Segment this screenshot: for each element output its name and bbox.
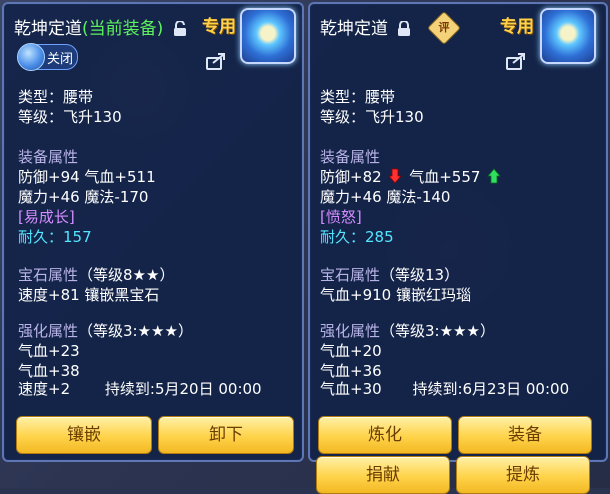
exclusive-label: 专用 [500,17,534,37]
durability-value: 157 [63,228,92,246]
extract-button[interactable]: 提炼 [456,456,590,494]
equipped-item-tooltip: 乾坤定道(当前装备) 专用 关闭 类型：腰带 等级：飞升130 装备属性 防御+… [2,2,304,462]
locked-lock-icon[interactable] [397,21,411,37]
enhance-duration: 持续到:6月23日 00:00 [412,380,570,398]
enhance-level: （等级3:★★★） [78,322,193,340]
inlay-button[interactable]: 镶嵌 [16,416,152,454]
durability: 耐久：285 [320,226,394,247]
attribute-line: 魔力+46 魔法-170 [18,188,149,206]
display-toggle[interactable]: 关闭 [17,43,78,71]
attribute-line: 魔力+46 魔法-140 [320,188,451,206]
item-title: 乾坤定道 [320,14,411,39]
equipped-status-label: (当前装备) [82,19,164,39]
unequip-button[interactable]: 卸下 [158,416,294,454]
enhance-value: 气血+30 [320,380,382,398]
exclusive-label: 专用 [202,17,236,37]
compare-item-tooltip: 乾坤定道 评 专用 类型：腰带 等级：飞升130 装备属性 防御+82 气血+5… [308,2,608,462]
unlocked-lock-icon[interactable] [173,21,187,37]
item-type: 类型：腰带 [18,88,94,106]
appraisal-seal-icon: 评 [427,11,461,45]
gem-line: 速度+81 镶嵌黑宝石 [18,286,160,304]
enhance-level: （等级3:★★★） [380,322,495,340]
donate-button[interactable]: 捐献 [316,456,450,494]
enhance-header-label: 强化属性 [18,322,79,340]
gem-header-label: 宝石属性 [320,266,381,284]
equip-button[interactable]: 装备 [458,416,592,454]
enhance-duration: 持续到:5月20日 00:00 [104,380,262,398]
gem-line: 气血+910 镶嵌红玛瑙 [320,286,471,304]
enhance-attributes-header: 强化属性（等级3:★★★） [18,320,193,341]
special-effect: [愤怒] [320,208,362,226]
item-name: 乾坤定道 [14,19,82,39]
enhance-line-with-duration: 气血+30 持续到:6月23日 00:00 [320,378,569,399]
hp-value: 气血+557 [409,168,481,186]
enhance-header-label: 强化属性 [320,322,381,340]
gem-attributes-header: 宝石属性（等级8★★） [18,264,174,285]
enhance-line: 气血+20 [320,342,382,360]
gem-level: （等级8★★） [78,266,175,284]
share-icon[interactable] [506,52,528,70]
gem-header-label: 宝石属性 [18,266,79,284]
toggle-knob [17,43,45,71]
increase-arrow-icon [487,168,502,184]
durability: 耐久：157 [18,226,92,247]
enhance-value: 速度+2 [18,380,71,398]
item-name: 乾坤定道 [320,19,388,39]
durability-value: 285 [365,228,394,246]
enhance-attributes-header: 强化属性（等级3:★★★） [320,320,495,341]
item-level: 等级：飞升130 [18,108,122,126]
belt-item-icon [540,8,596,64]
attribute-line-compare: 防御+82 气血+557 [320,166,503,187]
share-icon[interactable] [206,52,228,70]
item-level: 等级：飞升130 [320,108,424,126]
attribute-line: 防御+94 气血+511 [18,168,156,186]
durability-label: 耐久： [18,228,64,246]
enhance-line: 气血+23 [18,342,80,360]
equipment-attributes-header: 装备属性 [18,148,79,166]
gem-level: （等级13） [380,266,460,284]
item-title: 乾坤定道(当前装备) [14,14,187,39]
special-effect: [易成长] [18,208,75,226]
equipment-attributes-header: 装备属性 [320,148,381,166]
seal-label: 评 [438,21,450,34]
item-type: 类型：腰带 [320,88,396,106]
toggle-label: 关闭 [47,52,74,67]
gem-attributes-header: 宝石属性（等级13） [320,264,459,285]
durability-label: 耐久： [320,228,366,246]
decrease-arrow-icon [388,168,403,184]
refine-button[interactable]: 炼化 [318,416,452,454]
belt-item-icon [240,8,296,64]
defense-value: 防御+82 [320,168,382,186]
enhance-line-with-duration: 速度+2 持续到:5月20日 00:00 [18,378,262,399]
